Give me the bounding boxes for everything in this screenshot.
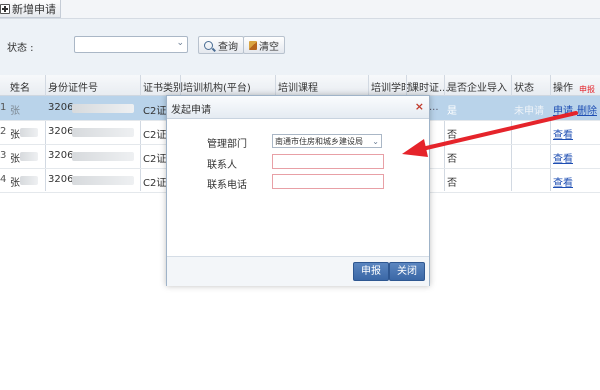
clear-button[interactable]: 清空 [243,36,285,54]
row-enterprise: 是 [447,106,457,117]
broom-icon [249,40,257,50]
row-number: 3 [0,150,7,161]
col-header-hours: 培训学时 [371,83,411,94]
row-name: 张 [10,178,20,189]
apply-link[interactable]: 申请 [553,102,573,117]
phone-label: 联系电话 [207,180,247,191]
col-header-cert-hours: 课时证... [409,83,449,94]
row-enterprise: 否 [447,178,457,189]
col-header-course: 培训课程 [278,83,318,94]
row-cert: C2证 [143,130,167,141]
col-header-name: 姓名 [10,83,30,94]
row-id: 3206 [48,126,74,137]
row-id: 3206 [48,150,74,161]
dept-label: 管理部门 [207,139,247,150]
col-header-status: 状态 [514,83,534,94]
row-name: 张 [10,130,20,141]
redacted-id [72,104,134,113]
chevron-down-icon: ⌄ [176,38,184,48]
contact-label: 联系人 [207,160,237,171]
query-button-label: 查询 [218,41,238,53]
query-button[interactable]: 查询 [198,36,244,54]
row-cert-hours: ... [429,102,439,113]
contact-input[interactable] [272,154,384,169]
row-id: 3206 [48,174,74,185]
status-label: 状态 : [7,43,34,54]
view-link[interactable]: 查看 [553,174,573,189]
row-cert: C2证 [143,154,167,165]
col-header-actions: 操作 [553,83,573,94]
row-name: 张 [10,154,20,165]
row-enterprise: 否 [447,130,457,141]
row-number: 2 [0,126,7,137]
row-cert: C2证 [143,106,167,117]
close-button[interactable]: 关闭 [389,262,425,281]
redacted-id [72,128,134,137]
col-header-institution: 培训机构(平台) [183,83,251,94]
dialog-title: 发起申请 [171,105,211,116]
view-link[interactable]: 查看 [553,150,573,165]
dept-select[interactable]: 南通市住房和城乡建设局 ⌄ [272,134,382,148]
redacted-name [20,152,38,161]
col-header-id: 身份证件号 [48,83,98,94]
phone-input[interactable] [272,174,384,189]
toolbar [0,0,600,19]
row-number: 1 [0,102,7,113]
status-select[interactable]: ⌄ [74,36,188,53]
delete-link[interactable]: 删除 [577,102,597,117]
redacted-name [20,176,38,185]
redacted-id [72,152,134,161]
row-enterprise: 否 [447,154,457,165]
redacted-name [20,128,38,137]
col-header-cert: 证书类别 [143,83,183,94]
annotation-label: 申报 [579,85,595,94]
col-header-enterprise: 是否企业导入 [447,83,507,94]
row-id: 3206 [48,102,74,113]
plus-icon [0,3,10,14]
chevron-down-icon: ⌄ [372,137,379,146]
new-application-button[interactable]: 新增申请 [0,0,61,18]
row-cert: C2证 [143,178,167,189]
redacted-id [72,176,134,185]
clear-button-label: 清空 [259,41,279,53]
row-status: 未申请 [514,106,544,117]
new-application-label: 新增申请 [12,2,56,16]
close-icon[interactable]: × [415,100,424,113]
row-name: 张 [10,106,20,117]
search-icon [204,40,213,50]
row-number: 4 [0,174,7,185]
apply-dialog: 发起申请 × 管理部门 南通市住房和城乡建设局 ⌄ 联系人 联系电话 申报 关闭 [166,95,430,286]
dept-select-value: 南通市住房和城乡建设局 [275,137,363,146]
view-link[interactable]: 查看 [553,126,573,141]
submit-button[interactable]: 申报 [353,262,389,281]
